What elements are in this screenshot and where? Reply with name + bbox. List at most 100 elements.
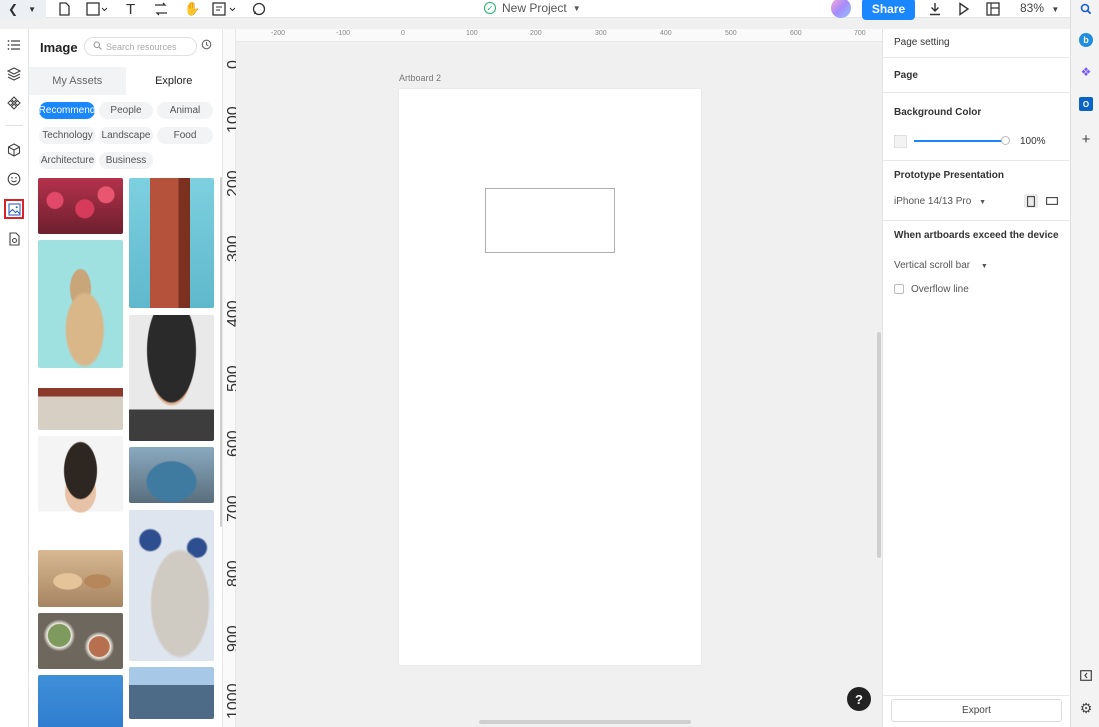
chip-architecture[interactable]: Architecture [39,152,96,169]
kitten-image[interactable] [38,240,123,368]
back-group[interactable]: ❮ ▼ [0,0,46,18]
overflow-line-checkbox[interactable] [894,284,904,294]
chevron-down-icon: ▼ [1051,5,1060,14]
comment-icon[interactable] [252,0,266,18]
chip-animal[interactable]: Animal [157,102,213,119]
horizontal-ruler: -200 -100 0 100 200 300 400 500 600 700 [236,29,882,42]
history-icon[interactable] [201,39,212,53]
tab-explore[interactable]: Explore [125,67,222,95]
artboard[interactable] [399,89,701,665]
page-setting-title: Page setting [894,37,950,48]
prototype-heading: Prototype Presentation [894,170,1005,181]
portrait-icon[interactable] [1024,194,1038,208]
layers-icon[interactable] [4,64,24,84]
bing-icon[interactable]: b [1079,33,1093,47]
image-icon[interactable] [4,199,24,219]
connector-icon[interactable] [154,0,168,18]
h-ruler-label: 400 [660,30,672,37]
chip-people[interactable]: People [99,102,153,119]
menu-caret-icon[interactable]: ▼ [28,5,36,14]
layout-panel-icon[interactable] [986,0,1000,18]
h-ruler-label: 200 [530,30,542,37]
download-icon[interactable] [928,0,942,18]
outlook-icon[interactable]: O [1079,97,1093,111]
roses-image[interactable] [38,178,123,234]
overflow-line-label: Overflow line [911,284,969,295]
page-heading: Page [894,70,918,81]
landscape-icon[interactable] [1045,194,1059,208]
chevron-down-icon: ▼ [572,3,581,13]
outline-icon[interactable] [4,35,24,55]
opacity-slider-handle[interactable] [1001,136,1010,145]
chip-technology[interactable]: Technology [39,127,96,144]
search-input[interactable]: Search resources [84,37,197,56]
h-ruler-label: 600 [790,30,802,37]
rectangle-icon[interactable] [86,0,108,18]
tab-my-assets[interactable]: My Assets [29,67,126,95]
add-icon[interactable]: + [1079,131,1093,148]
chip-food[interactable]: Food [157,127,213,144]
divider [883,160,1071,161]
background-color-swatch[interactable] [894,135,907,148]
search-placeholder: Search resources [106,41,177,52]
artboard-label[interactable]: Artboard 2 [399,73,441,83]
share-button[interactable]: Share [862,0,915,20]
scroll-mode-dropdown[interactable]: Vertical scroll bar ▼ [894,260,988,271]
emoji-icon[interactable] [4,169,24,189]
dogs-image[interactable] [38,550,123,607]
cube-icon[interactable] [4,140,24,160]
h-ruler-label: 700 [854,30,866,37]
canvas-vertical-scrollbar[interactable] [877,332,881,558]
project-title[interactable]: ✓ New Project ▼ [484,1,581,15]
chevron-down-icon: ▼ [980,263,988,270]
food-bowls-image[interactable] [38,613,123,669]
search-icon[interactable] [1079,2,1093,16]
h-ruler-label: -200 [271,30,286,37]
zoom-value: 83% [1020,1,1045,15]
woman-portrait-image[interactable] [38,436,123,544]
cat-image[interactable] [129,510,214,661]
canvas-horizontal-scrollbar[interactable] [479,720,691,724]
page-icon[interactable] [58,0,71,18]
tower-image[interactable] [129,178,214,308]
chip-recommend[interactable]: Recommend [39,102,95,119]
components-icon[interactable] [4,93,24,113]
help-button[interactable]: ? [847,687,871,711]
h-ruler-label: 100 [466,30,478,37]
file-image-icon[interactable] [4,229,24,249]
rectangle-shape[interactable] [485,188,615,253]
opacity-slider[interactable] [914,140,1004,142]
gear-icon[interactable]: ⚙ [1079,700,1093,716]
text-icon[interactable]: T [126,0,135,18]
copilot-icon[interactable]: ❖ [1079,65,1093,79]
hand-icon[interactable]: ✋ [184,0,200,18]
canvas[interactable]: Artboard 2 ? [236,42,882,727]
man-hat-image[interactable] [129,315,214,441]
back-icon[interactable]: ❮ [8,2,18,16]
bankers-hall-image[interactable] [38,374,123,430]
device-dropdown[interactable]: iPhone 14/13 Pro ▼ [894,196,986,207]
blue-image[interactable] [38,675,123,727]
play-icon[interactable] [958,0,970,18]
exceed-heading: When artboards exceed the device [894,230,1059,241]
opacity-value[interactable]: 100% [1020,136,1046,147]
avatar[interactable] [831,0,851,18]
sidebar-toggle-icon[interactable] [1079,668,1093,682]
car-image[interactable] [129,447,214,503]
chip-business[interactable]: Business [99,152,153,169]
chip-landscape[interactable]: Landscape [99,127,153,144]
divider [883,695,1071,696]
h-ruler-label: 500 [725,30,737,37]
background-color-heading: Background Color [894,107,982,118]
h-ruler-label: 0 [401,30,405,37]
city-image[interactable] [129,667,214,719]
h-ruler-label: -100 [336,30,351,37]
top-toolbar: ❮ ▼ T ✋ ✓ New Project ▼ Share 83% ▼ [0,0,1070,20]
export-button[interactable]: Export [891,699,1062,722]
chevron-down-icon: ▼ [979,199,986,206]
browser-sidebar: b ❖ O + ⚙ [1070,0,1099,727]
note-icon[interactable] [212,0,238,18]
zoom-dropdown[interactable]: 83% ▼ [1020,1,1059,15]
panel-tabs: My Assets Explore [29,67,222,95]
device-value: iPhone 14/13 Pro [894,196,972,207]
